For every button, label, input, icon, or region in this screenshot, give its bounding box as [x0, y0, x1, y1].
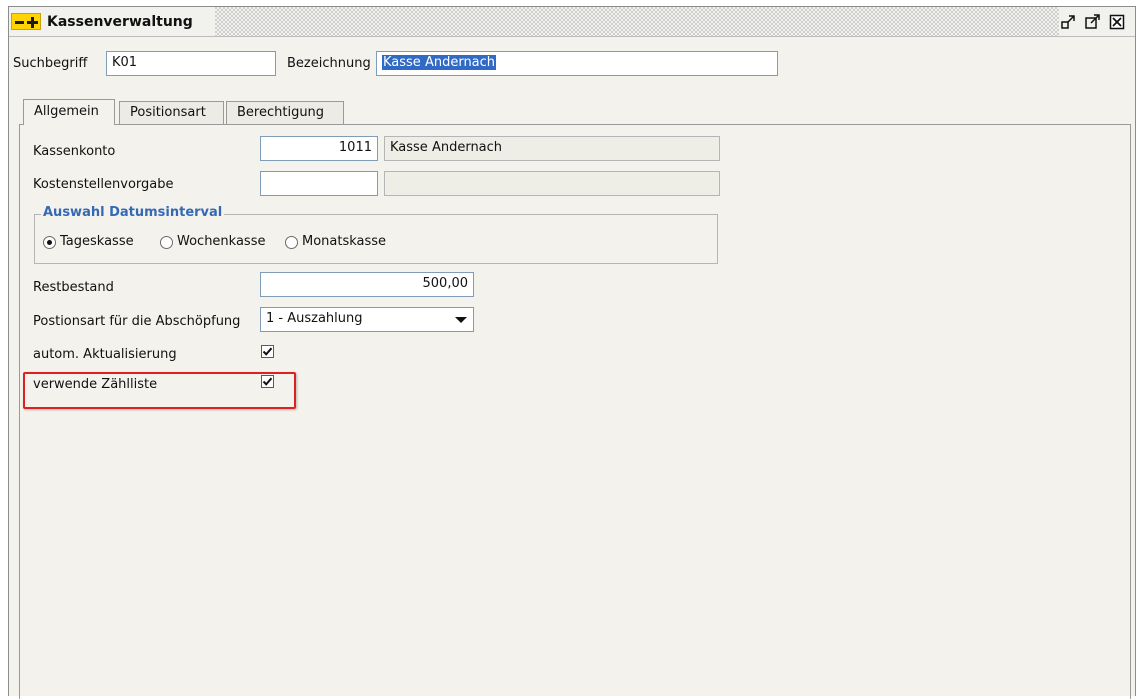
- auto-update-checkbox[interactable]: [261, 345, 274, 358]
- kostenstelle-input[interactable]: [260, 171, 378, 196]
- zaehlliste-highlight-frame: [23, 372, 296, 409]
- kostenstelle-label: Kostenstellenvorgabe: [33, 177, 174, 192]
- search-label: Suchbegriff: [13, 56, 88, 71]
- tab-positionsart[interactable]: Positionsart: [119, 101, 224, 124]
- restbestand-input[interactable]: 500,00: [260, 272, 474, 297]
- close-window-icon[interactable]: [1109, 14, 1125, 30]
- name-input-selected-text: Kasse Andernach: [382, 55, 497, 70]
- window-title: Kassenverwaltung: [47, 13, 193, 30]
- title-bar[interactable]: Kassenverwaltung: [9, 7, 1135, 37]
- search-input[interactable]: K01: [106, 51, 276, 76]
- name-input[interactable]: Kasse Andernach: [376, 51, 778, 76]
- radio-wochenkasse-label: Wochenkasse: [177, 234, 266, 249]
- radio-tageskasse[interactable]: [43, 236, 56, 249]
- restore-window-icon[interactable]: [1061, 14, 1077, 30]
- kassenkonto-name-field: Kasse Andernach: [384, 136, 720, 161]
- positionsart-select[interactable]: 1 - Auszahlung: [260, 307, 474, 332]
- radio-monatskasse[interactable]: [285, 236, 298, 249]
- window-controls: [1059, 7, 1135, 36]
- tab-allgemein[interactable]: Allgemein: [23, 99, 115, 125]
- positionsart-selected-value: 1 - Auszahlung: [266, 311, 363, 326]
- maximize-window-icon[interactable]: [1085, 13, 1101, 30]
- radio-monatskasse-label: Monatskasse: [302, 234, 387, 249]
- kostenstelle-name-field: [384, 171, 720, 196]
- title-area: Kassenverwaltung: [9, 7, 215, 36]
- kasse-plus-minus-icon: [11, 13, 41, 30]
- restbestand-label: Restbestand: [33, 280, 114, 295]
- checkmark-icon: [262, 347, 273, 356]
- radio-wochenkasse[interactable]: [160, 236, 173, 249]
- tab-berechtigung[interactable]: Berechtigung: [226, 101, 344, 124]
- kassenkonto-label: Kassenkonto: [33, 144, 116, 159]
- name-label: Bezeichnung: [287, 56, 371, 71]
- chevron-down-icon[interactable]: [455, 317, 467, 323]
- group-title: Auswahl Datumsinterval: [41, 205, 225, 220]
- positionsart-label: Postionsart für die Abschöpfung: [33, 314, 241, 329]
- kassenkonto-input[interactable]: 1011: [260, 136, 378, 161]
- kassenverwaltung-window: Kassenverwaltung Suchbegriff K01 Bezeich…: [8, 6, 1136, 699]
- radio-tageskasse-label: Tageskasse: [60, 234, 134, 249]
- auto-update-label: autom. Aktualisierung: [33, 347, 177, 362]
